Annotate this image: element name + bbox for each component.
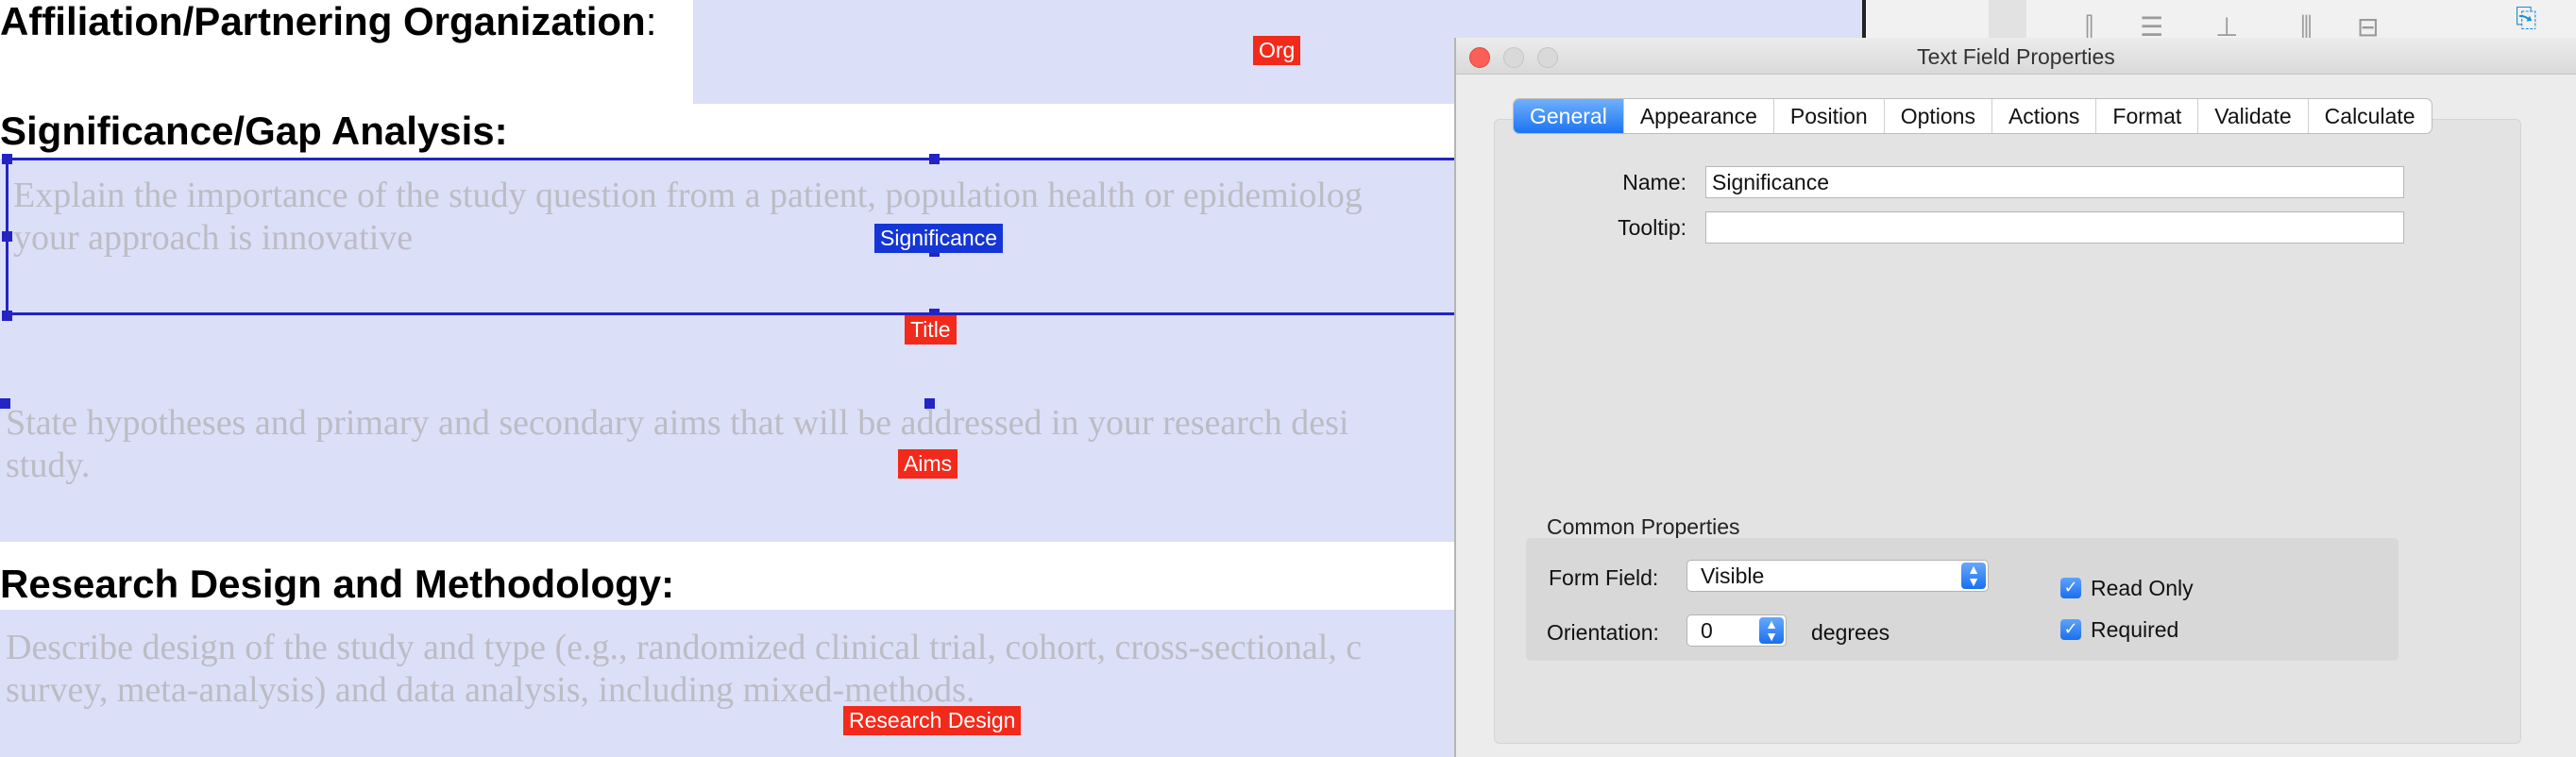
tab-calculate[interactable]: Calculate: [2309, 99, 2432, 133]
resize-handle[interactable]: [2, 311, 12, 321]
orientation-select[interactable]: 0 ▲ ▼: [1686, 614, 1787, 647]
tooltip-label: Tooltip:: [1618, 215, 1686, 240]
dialog-tab-bar: General Appearance Position Options Acti…: [1513, 98, 2432, 134]
tab-format[interactable]: Format: [2096, 99, 2199, 133]
tab-general[interactable]: General: [1514, 99, 1624, 133]
dialog-titlebar[interactable]: Text Field Properties: [1456, 38, 2576, 75]
orientation-unit: degrees: [1811, 620, 1890, 645]
heading-affiliation: Affiliation/Partnering Organization:: [0, 0, 657, 43]
aims-field-tag: Aims: [898, 449, 958, 479]
required-checkbox[interactable]: ✓: [2060, 619, 2081, 640]
updown-chevron-icon: ▲ ▼: [1759, 617, 1784, 644]
significance-field-tag: Significance: [874, 224, 1004, 253]
common-properties-title: Common Properties: [1547, 514, 1740, 539]
significance-field-selection[interactable]: [6, 158, 1479, 315]
read-only-checkbox[interactable]: ✓: [2060, 578, 2081, 598]
tab-actions[interactable]: Actions: [1992, 99, 2097, 133]
tab-options[interactable]: Options: [1885, 99, 1992, 133]
orientation-value: 0: [1701, 618, 1713, 643]
form-field-label: Form Field:: [1549, 565, 1659, 590]
research-design-field-tag: Research Design: [843, 706, 1022, 735]
required-label[interactable]: Required: [2091, 617, 2178, 643]
resize-handle[interactable]: [2, 231, 12, 242]
title-field-tag: Title: [905, 315, 957, 345]
resize-handle[interactable]: [2, 154, 12, 164]
pdf-export-icon[interactable]: ⎘: [2516, 2, 2536, 34]
form-field-value: Visible: [1701, 564, 1765, 588]
heading-significance: Significance/Gap Analysis:: [0, 109, 508, 153]
tab-position[interactable]: Position: [1774, 99, 1885, 133]
heading-research-design: Research Design and Methodology:: [0, 562, 675, 606]
form-field-select[interactable]: Visible ▲ ▼: [1686, 560, 1989, 592]
org-field-tag: Org: [1253, 36, 1301, 65]
orientation-label: Orientation:: [1547, 620, 1659, 645]
research-design-placeholder: Describe design of the study and type (e…: [6, 628, 1363, 710]
name-label: Name:: [1622, 170, 1686, 194]
tab-appearance[interactable]: Appearance: [1624, 99, 1774, 133]
resize-handle[interactable]: [929, 154, 940, 164]
tooltip-field[interactable]: [1705, 211, 2404, 244]
updown-chevron-icon: ▲ ▼: [1961, 563, 1986, 589]
name-field[interactable]: [1705, 166, 2404, 198]
aims-placeholder: State hypotheses and primary and seconda…: [6, 403, 1349, 485]
read-only-label[interactable]: Read Only: [2091, 576, 2194, 601]
tab-validate[interactable]: Validate: [2198, 99, 2309, 133]
dialog-title: Text Field Properties: [1917, 44, 2115, 69]
